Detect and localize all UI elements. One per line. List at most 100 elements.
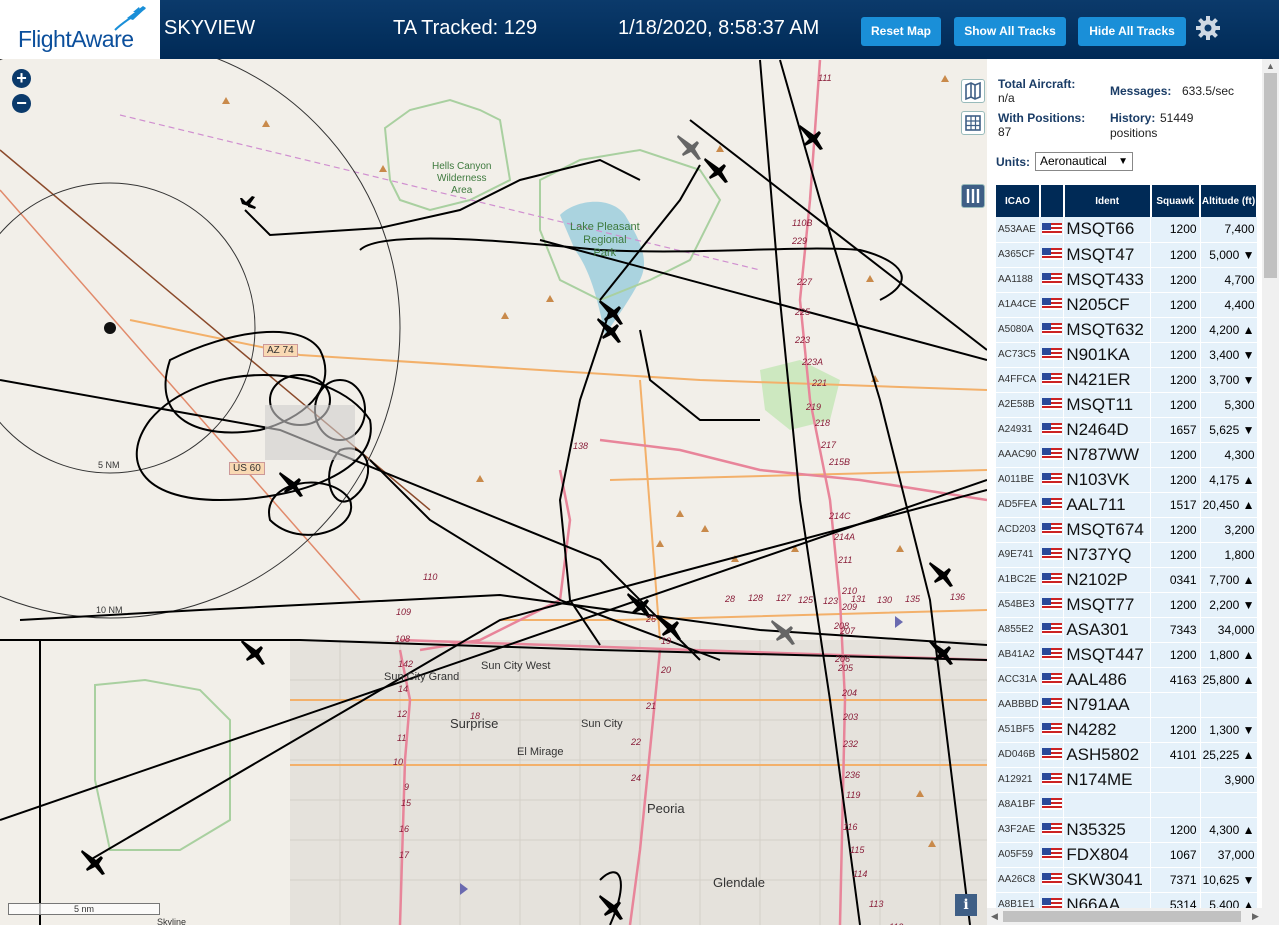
table-row[interactable]: AABBBD N791AA <box>996 692 1258 718</box>
highway-exit-label: 236 <box>845 770 861 780</box>
sun-city-label: Sun City <box>581 718 623 730</box>
col-icao[interactable]: ICAO <box>996 185 1041 217</box>
us-flag-icon <box>1041 798 1062 811</box>
highway-exit-label: 135 <box>905 594 921 604</box>
altitude-cell: 37,000 <box>1200 842 1258 868</box>
map-icon <box>965 81 981 101</box>
highway-exit-label: 20 <box>661 665 672 675</box>
info-button[interactable]: i <box>955 894 977 916</box>
horizontal-scroll-thumb[interactable] <box>1003 911 1241 922</box>
scroll-right-icon[interactable]: ▶ <box>1252 911 1259 922</box>
grid-toggle-button[interactable] <box>961 111 985 135</box>
squawk-cell <box>1150 767 1201 793</box>
table-row[interactable]: A3F2AE N35325 1200 4,300 ▲ <box>996 817 1258 843</box>
table-row[interactable]: A5080A MSQT632 1200 4,200 ▲ <box>996 317 1258 343</box>
table-row[interactable]: A53AAE MSQT66 1200 7,400 <box>996 217 1258 243</box>
us-flag-icon <box>1041 523 1062 536</box>
table-row[interactable]: A51BF5 N4282 1200 1,300 ▼ <box>996 717 1258 743</box>
table-row[interactable]: A05F59 FDX804 1067 37,000 <box>996 842 1258 868</box>
glendale-label: Glendale <box>713 875 766 890</box>
ident-cell: MSQT66 <box>1063 217 1152 243</box>
highway-exit-label: 110B <box>792 218 813 228</box>
highway-exit-label: 204 <box>842 688 858 698</box>
squawk-cell: 1200 <box>1150 267 1201 293</box>
columns-toggle-button[interactable] <box>961 184 985 208</box>
us-flag-icon <box>1039 617 1065 643</box>
table-row[interactable]: AAAC90 N787WW 1200 4,300 <box>996 442 1258 468</box>
highway-exit-label: 21 <box>646 701 657 711</box>
us-flag-icon <box>1039 492 1065 518</box>
us-flag-icon <box>1039 842 1065 868</box>
table-row[interactable]: A4FFCA N421ER 1200 3,700 ▼ <box>996 367 1258 393</box>
icao-cell: A1A4CE <box>996 292 1041 318</box>
units-select[interactable]: Aeronautical ▼ <box>1035 152 1133 171</box>
col-flag[interactable] <box>1039 185 1065 217</box>
show-all-tracks-button[interactable]: Show All Tracks <box>954 17 1066 46</box>
table-row[interactable]: A12921 N174ME 3,900 <box>996 767 1258 793</box>
table-row[interactable]: AD5FEA AAL711 1517 20,450 ▲ <box>996 492 1258 518</box>
highway-exit-label: 221 <box>812 378 828 388</box>
highway-exit-label: 22 <box>631 737 642 747</box>
us-flag-icon <box>1041 423 1062 436</box>
table-row[interactable]: A855E2 ASA301 7343 34,000 <box>996 617 1258 643</box>
scroll-up-icon[interactable]: ▲ <box>1266 61 1275 71</box>
table-row[interactable]: A2E58B MSQT11 1200 5,300 <box>996 392 1258 418</box>
hide-all-tracks-button[interactable]: Hide All Tracks <box>1078 17 1186 46</box>
ident-cell: MSQT447 <box>1063 642 1152 668</box>
reset-map-button[interactable]: Reset Map <box>861 17 941 46</box>
vertical-scroll-thumb[interactable] <box>1264 73 1277 278</box>
table-row[interactable]: AC73C5 N901KA 1200 3,400 ▼ <box>996 342 1258 368</box>
table-row[interactable]: A9E741 N737YQ 1200 1,800 <box>996 542 1258 568</box>
table-row[interactable]: AA1188 MSQT433 1200 4,700 <box>996 267 1258 293</box>
table-row[interactable]: A24931 N2464D 1657 5,625 ▼ <box>996 417 1258 443</box>
with-positions-label: With Positions: <box>998 111 1086 125</box>
map-view[interactable]: Hells Canyon Wilderness Area Lake Pleasa… <box>0 59 987 925</box>
highway-exit-label: 214A <box>834 532 856 542</box>
panel-horizontal-scrollbar[interactable]: ◀ ▶ <box>987 908 1279 925</box>
col-ident[interactable]: Ident <box>1063 185 1152 217</box>
us-flag-icon <box>1041 848 1062 861</box>
table-row[interactable]: ACC31A AAL486 4163 25,800 ▲ <box>996 667 1258 693</box>
squawk-cell: 1200 <box>1150 292 1201 318</box>
flightaware-logo[interactable]: FlightAware <box>0 0 160 59</box>
altitude-cell: 4,400 <box>1200 292 1258 318</box>
units-value: Aeronautical <box>1040 154 1107 168</box>
icao-cell: AA1188 <box>996 267 1041 293</box>
table-row[interactable]: ACD203 MSQT674 1200 3,200 <box>996 517 1258 543</box>
highway-exit-label: 219 <box>806 402 822 412</box>
col-squawk[interactable]: Squawk <box>1150 185 1202 217</box>
panel-vertical-scrollbar[interactable]: ▲ <box>1262 59 1279 910</box>
us-flag-icon <box>1039 692 1065 718</box>
zoom-in-button[interactable]: + <box>12 69 31 88</box>
table-row[interactable]: AD046B ASH5802 4101 25,225 ▲ <box>996 742 1258 768</box>
table-row[interactable]: AB41A2 MSQT447 1200 1,800 ▲ <box>996 642 1258 668</box>
col-altitude[interactable]: Altitude (ft) <box>1200 185 1258 217</box>
table-row[interactable]: AA26C8 SKW3041 7371 10,625 ▼ <box>996 867 1258 893</box>
table-row[interactable]: A1BC2E N2102P 0341 7,700 ▲ <box>996 567 1258 593</box>
map-labels: Hells Canyon Wilderness Area Lake Pleasa… <box>0 59 987 925</box>
units-label: Units: <box>996 155 1030 169</box>
us-flag-icon <box>1039 817 1065 843</box>
zoom-out-button[interactable]: − <box>12 94 31 113</box>
highway-exit-label: 138 <box>573 441 589 451</box>
altitude-cell: 5,000 ▼ <box>1200 242 1258 268</box>
table-row[interactable]: A8A1BF <box>996 792 1258 818</box>
us-flag-icon <box>1039 342 1065 368</box>
grid-icon <box>965 115 981 131</box>
squawk-cell: 1657 <box>1150 417 1201 443</box>
table-row[interactable]: A011BE N103VK 1200 4,175 ▲ <box>996 467 1258 493</box>
highway-exit-label: 16 <box>399 824 410 834</box>
us-flag-icon <box>1039 467 1065 493</box>
us-flag-icon <box>1041 498 1062 511</box>
map-layers-button[interactable] <box>961 79 985 103</box>
el-mirage-label: El Mirage <box>517 746 564 758</box>
table-row[interactable]: A365CF MSQT47 1200 5,000 ▼ <box>996 242 1258 268</box>
highway-exit-label: 131 <box>851 594 867 604</box>
table-row[interactable]: A1A4CE N205CF 1200 4,400 <box>996 292 1258 318</box>
table-row[interactable]: A54BE3 MSQT77 1200 2,200 ▼ <box>996 592 1258 618</box>
gear-icon[interactable] <box>1195 15 1221 41</box>
us-flag-icon <box>1041 673 1062 686</box>
sun-city-grand-label: Sun City Grand <box>384 671 460 683</box>
us-flag-icon <box>1039 392 1065 418</box>
scroll-left-icon[interactable]: ◀ <box>991 911 998 922</box>
